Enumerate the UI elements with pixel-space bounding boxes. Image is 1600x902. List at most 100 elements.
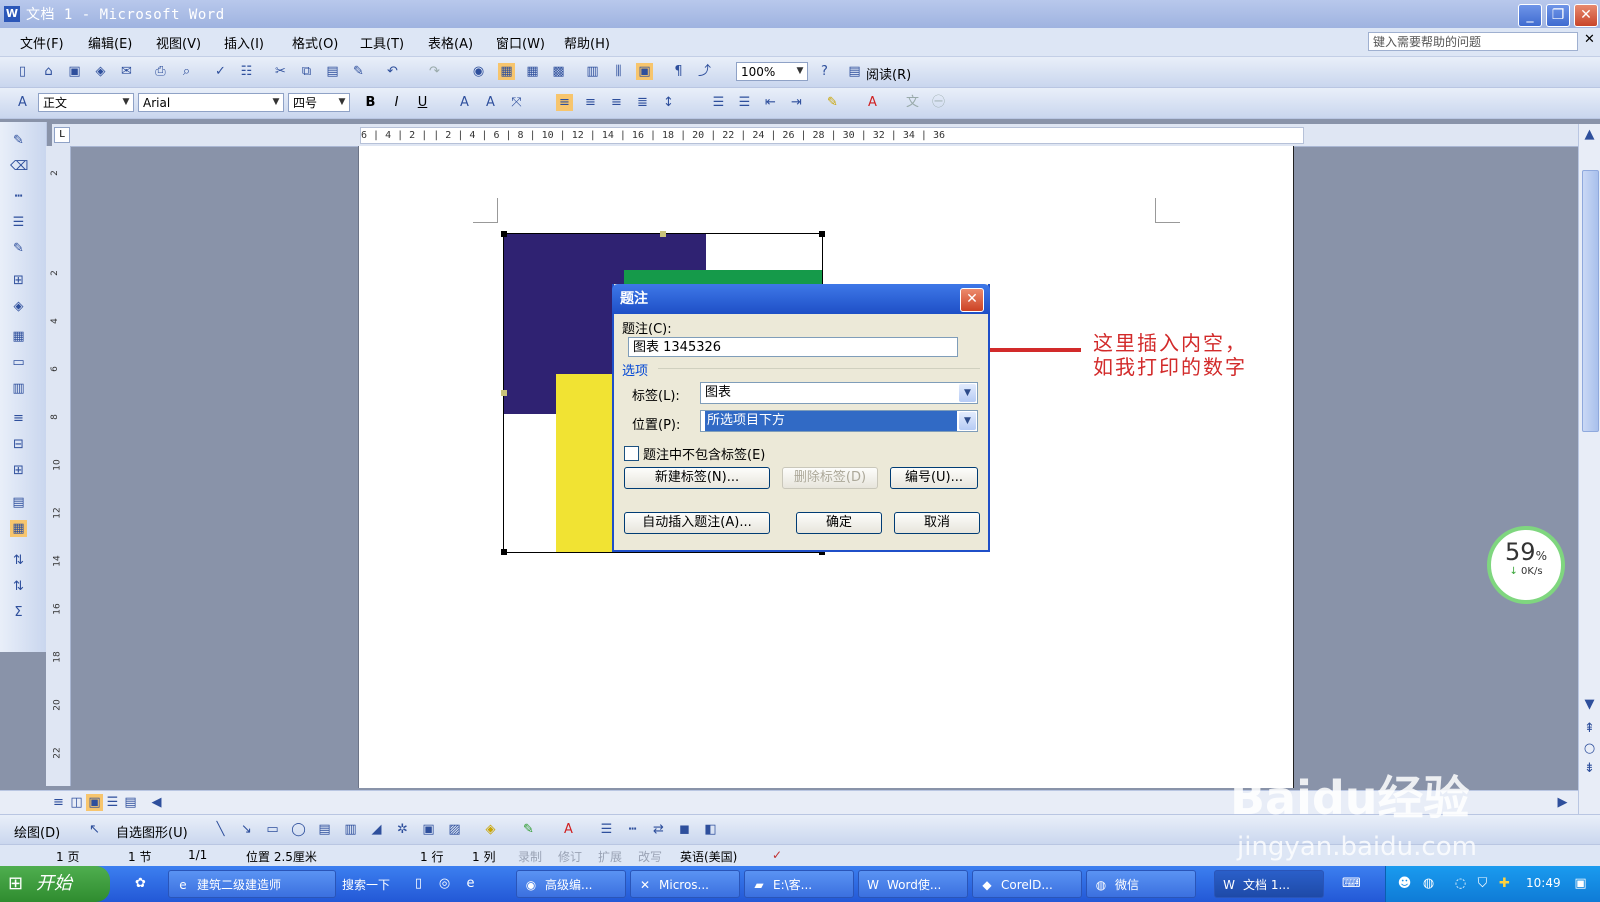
border-color-icon[interactable]: ✎ bbox=[10, 240, 27, 257]
resize-handle[interactable] bbox=[501, 390, 507, 396]
outline-view-icon[interactable]: ☰ bbox=[104, 794, 121, 811]
show-desktop-icon[interactable]: ▣ bbox=[1572, 875, 1589, 892]
print-layout-icon[interactable]: ▣ bbox=[86, 794, 103, 811]
print-preview-icon[interactable]: ⌕ bbox=[178, 63, 195, 80]
dialog-title-bar[interactable]: 题注 ✕ bbox=[612, 284, 990, 314]
line-weight-icon[interactable]: ☰ bbox=[10, 214, 27, 231]
columns-icon[interactable]: ▥ bbox=[584, 63, 601, 80]
numbering-button[interactable]: 编号(U)... bbox=[890, 467, 978, 489]
search-button[interactable]: 搜索一下 bbox=[342, 876, 390, 893]
sort-asc-icon[interactable]: ⇅ bbox=[10, 552, 27, 569]
line-style-icon[interactable]: ┅ bbox=[10, 188, 27, 205]
keyboard-icon[interactable]: ⌨ bbox=[1342, 875, 1361, 892]
insert-picture-icon[interactable]: ▨ bbox=[446, 821, 463, 838]
align-center-icon[interactable]: ≡ bbox=[582, 94, 599, 111]
task-explorer[interactable]: ▰ E:\客... bbox=[744, 870, 854, 898]
rectangle-icon[interactable]: ▭ bbox=[264, 821, 281, 838]
close-doc-icon[interactable]: ✕ bbox=[1584, 32, 1595, 47]
align-cell-icon[interactable]: ≡ bbox=[10, 410, 27, 427]
select-objects-icon[interactable]: ↖ bbox=[86, 821, 103, 838]
vertical-ruler[interactable]: 2 2 4 6 8 10 12 14 16 18 20 22 bbox=[46, 146, 71, 786]
font-select[interactable]: Arial ▼ bbox=[138, 93, 284, 112]
textbox-icon[interactable]: ▤ bbox=[316, 821, 333, 838]
print-icon[interactable]: ⎙ bbox=[152, 63, 169, 80]
delete-label-button[interactable]: 删除标签(D) bbox=[782, 467, 878, 489]
normal-view-icon[interactable]: ≡ bbox=[50, 794, 67, 811]
permission-icon[interactable]: ◈ bbox=[92, 63, 109, 80]
new-doc-icon[interactable]: ▯ bbox=[14, 63, 31, 80]
network-speed-widget[interactable]: 59% ↓ 0K/s bbox=[1487, 526, 1565, 604]
hyperlink-icon[interactable]: ◉ bbox=[470, 63, 487, 80]
menu-file[interactable]: 文件(F) bbox=[20, 33, 64, 52]
numbering-icon[interactable]: ☰ bbox=[710, 94, 727, 111]
style-select[interactable]: 正文 ▼ bbox=[38, 93, 134, 112]
next-page-icon[interactable]: ⇟ bbox=[1581, 760, 1598, 777]
caption-input[interactable]: 图表 1345326 bbox=[628, 337, 958, 357]
menu-table[interactable]: 表格(A) bbox=[428, 33, 473, 52]
distribute-rows-icon[interactable]: ⊟ bbox=[10, 436, 27, 453]
merge-cells-icon[interactable]: ▭ bbox=[10, 354, 27, 371]
help-search-input[interactable]: 键入需要帮助的问题 bbox=[1368, 32, 1578, 51]
autocaption-button[interactable]: 自动插入题注(A)... bbox=[624, 512, 770, 534]
menu-window[interactable]: 窗口(W) bbox=[496, 33, 545, 52]
prev-page-icon[interactable]: ⇞ bbox=[1581, 720, 1598, 737]
underline-button[interactable]: U bbox=[414, 94, 431, 111]
dialog-close-button[interactable]: ✕ bbox=[960, 288, 984, 312]
position-select[interactable]: 所选项目下方 ▼ bbox=[700, 410, 978, 432]
read-button[interactable]: 阅读(R) bbox=[866, 64, 911, 83]
read-icon[interactable]: ▤ bbox=[846, 63, 863, 80]
task-ie-construction[interactable]: e 建筑二级建造师 bbox=[168, 870, 336, 898]
table-grid-icon[interactable]: ▦ bbox=[10, 520, 27, 537]
tables-borders-icon[interactable]: ▦ bbox=[498, 63, 515, 80]
menu-insert[interactable]: 插入(I) bbox=[224, 33, 264, 52]
sort-desc-icon[interactable]: ⇅ bbox=[10, 578, 27, 595]
close-window-button[interactable]: ✕ bbox=[1574, 4, 1598, 27]
char-shading-icon[interactable]: A bbox=[482, 94, 499, 111]
shield-icon[interactable]: ⛉ bbox=[1474, 875, 1491, 892]
status-rec[interactable]: 录制 bbox=[518, 848, 542, 865]
menu-edit[interactable]: 编辑(E) bbox=[88, 33, 132, 52]
word-app-icon[interactable]: W bbox=[4, 6, 20, 22]
label-select[interactable]: 图表 ▼ bbox=[700, 382, 978, 404]
scroll-left-icon[interactable]: ◀ bbox=[148, 794, 165, 811]
align-right-icon[interactable]: ≡ bbox=[608, 94, 625, 111]
new-label-button[interactable]: 新建标签(N)... bbox=[624, 467, 770, 489]
increase-indent-icon[interactable]: ⇥ bbox=[788, 94, 805, 111]
insert-excel-icon[interactable]: ▩ bbox=[550, 63, 567, 80]
bold-button[interactable]: B bbox=[362, 94, 379, 111]
line-color-icon[interactable]: ✎ bbox=[520, 821, 537, 838]
exclude-label-checkbox[interactable] bbox=[624, 446, 639, 461]
menu-help[interactable]: 帮助(H) bbox=[564, 33, 610, 52]
table-autoformat-icon[interactable]: ▤ bbox=[10, 494, 27, 511]
drawing-icon[interactable]: ⫼ bbox=[610, 63, 627, 80]
reading-view-icon[interactable]: ▤ bbox=[122, 794, 139, 811]
task-advanced-edit[interactable]: ◉ 高级编... bbox=[516, 870, 626, 898]
wordart-icon[interactable]: ◢ bbox=[368, 821, 385, 838]
draw-table-icon[interactable]: ✎ bbox=[10, 132, 27, 149]
insert-table-icon[interactable]: ▦ bbox=[524, 63, 541, 80]
draw-menu-button[interactable]: 绘图(D) bbox=[14, 822, 60, 841]
insert-table-side-icon[interactable]: ▦ bbox=[10, 328, 27, 345]
format-painter-icon[interactable]: ✎ bbox=[350, 63, 367, 80]
show-hide-icon[interactable]: ¶ bbox=[670, 63, 687, 80]
dash-style-icon[interactable]: ┅ bbox=[624, 821, 641, 838]
arrow-style-icon[interactable]: ⇄ bbox=[650, 821, 667, 838]
borders-icon[interactable]: ⊞ bbox=[10, 272, 27, 289]
eraser-icon[interactable]: ⌫ bbox=[10, 158, 28, 175]
task-microsoft[interactable]: ✕ Micros... bbox=[630, 870, 740, 898]
autosum-icon[interactable]: Σ bbox=[10, 604, 27, 621]
quicklaunch-icon[interactable]: ✿ bbox=[132, 875, 149, 892]
status-trk[interactable]: 修订 bbox=[558, 848, 582, 865]
quicklaunch-icon[interactable]: ▯ bbox=[410, 875, 427, 892]
cancel-button[interactable]: 取消 bbox=[894, 512, 980, 534]
help-icon[interactable]: ? bbox=[816, 63, 833, 80]
line-style-draw-icon[interactable]: ☰ bbox=[598, 821, 615, 838]
scroll-right-icon[interactable]: ▶ bbox=[1554, 794, 1571, 811]
redo-icon[interactable]: ↷ bbox=[426, 63, 443, 80]
horizontal-ruler[interactable]: L 6 | 4 | 2 | | 2 | 4 | 6 | 8 | 10 | 12 … bbox=[52, 124, 1600, 147]
justify-icon[interactable]: ≣ bbox=[634, 94, 651, 111]
task-coreldraw[interactable]: ◆ CorelD... bbox=[972, 870, 1082, 898]
clipart-icon[interactable]: ▣ bbox=[420, 821, 437, 838]
menu-tools[interactable]: 工具(T) bbox=[360, 33, 404, 52]
line-icon[interactable]: ╲ bbox=[212, 821, 229, 838]
